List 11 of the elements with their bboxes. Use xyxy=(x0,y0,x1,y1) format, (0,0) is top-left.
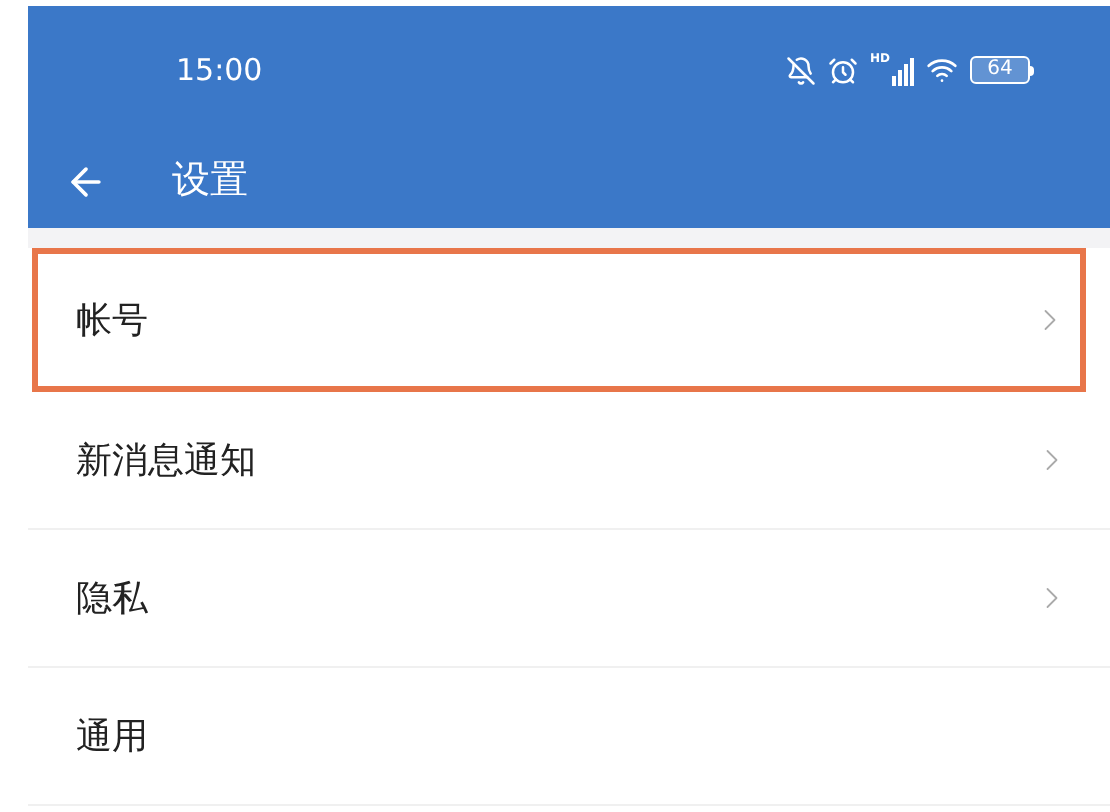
item-label: 新消息通知 xyxy=(76,437,256,485)
page-title: 设置 xyxy=(172,156,248,207)
alarm-clock-icon xyxy=(827,55,858,85)
battery-icon: 64 xyxy=(970,56,1034,84)
item-label: 通用 xyxy=(76,713,148,761)
wifi-icon xyxy=(926,54,958,86)
status-time: 15:00 xyxy=(176,49,263,92)
item-label: 帐号 xyxy=(76,297,148,345)
settings-item[interactable]: 帐号 xyxy=(32,248,1086,392)
item-label: 隐私 xyxy=(76,575,148,623)
bell-off-icon xyxy=(785,55,816,85)
